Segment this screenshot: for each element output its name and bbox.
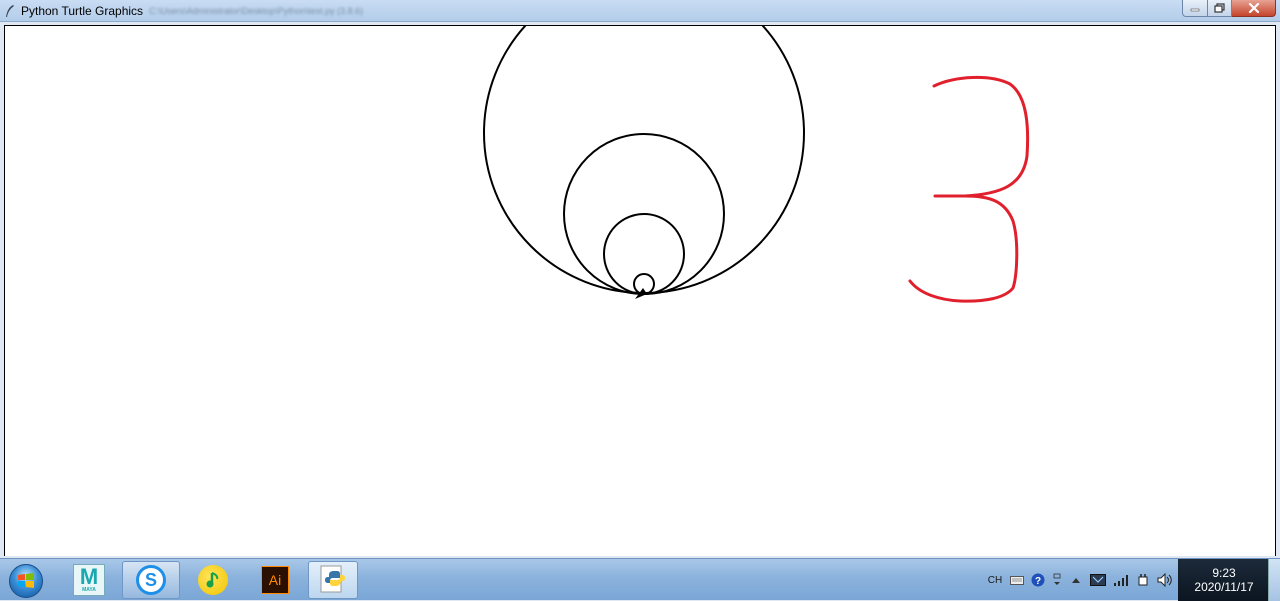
- circle-large: [483, 26, 805, 294]
- show-desktop-button[interactable]: [1268, 559, 1280, 601]
- window-file-path: C:\Users\Administrator\Desktop\Python\te…: [149, 5, 364, 16]
- restore-button[interactable]: [1208, 0, 1232, 17]
- taskbar-app-illustrator[interactable]: Ai: [246, 561, 304, 599]
- circle-small: [603, 213, 685, 295]
- window-titlebar[interactable]: Python Turtle Graphics C:\Users\Administ…: [0, 0, 1280, 22]
- minimize-icon: [1190, 8, 1200, 12]
- help-icon[interactable]: ?: [1028, 573, 1048, 587]
- red-digit-three: [908, 75, 1030, 303]
- taskbar-app-qq-music[interactable]: [184, 561, 242, 599]
- minimize-button[interactable]: [1182, 0, 1208, 17]
- illustrator-icon: Ai: [261, 566, 289, 594]
- sogou-icon: S: [136, 565, 166, 595]
- power-plug-icon[interactable]: [1132, 573, 1154, 587]
- restore-icon: [1214, 3, 1225, 13]
- python-icon: [319, 565, 347, 595]
- window-title: Python Turtle Graphics: [21, 3, 144, 18]
- signal-strength-icon[interactable]: [1110, 574, 1132, 586]
- system-tray: CH ?: [984, 559, 1176, 601]
- qq-music-icon: [198, 565, 228, 595]
- illustrator-label: Ai: [268, 572, 282, 588]
- maya-icon: M MAYA: [73, 564, 105, 596]
- turtle-canvas[interactable]: [4, 25, 1276, 556]
- show-hidden-icons-icon[interactable]: [1066, 577, 1086, 583]
- taskbar-app-sogou[interactable]: S: [122, 561, 180, 599]
- feather-icon: [2, 3, 18, 19]
- close-button[interactable]: [1232, 0, 1276, 17]
- volume-icon[interactable]: [1154, 573, 1176, 587]
- clock-date: 2020/11/17: [1194, 580, 1254, 594]
- turtle-drawing: [483, 26, 1030, 303]
- windows-logo-icon: [9, 564, 43, 598]
- taskbar-app-maya[interactable]: M MAYA: [60, 561, 118, 599]
- start-button[interactable]: [6, 562, 46, 600]
- network-status-icon[interactable]: [1086, 573, 1110, 587]
- clock[interactable]: 9:23 2020/11/17: [1180, 559, 1268, 601]
- nested-circles: [483, 26, 805, 295]
- clock-time: 9:23: [1212, 566, 1236, 580]
- svg-text:?: ?: [1035, 576, 1041, 587]
- close-icon: [1248, 3, 1259, 13]
- taskbar: M MAYA S Ai CH ? 9:23 2020/11/17: [0, 558, 1280, 601]
- ime-indicator[interactable]: CH: [984, 575, 1006, 586]
- taskbar-app-python[interactable]: [308, 561, 358, 599]
- tray-options-icon[interactable]: [1048, 573, 1066, 587]
- keyboard-icon[interactable]: [1006, 575, 1028, 585]
- window-controls: [1182, 0, 1276, 18]
- maya-label: MAYA: [82, 587, 96, 593]
